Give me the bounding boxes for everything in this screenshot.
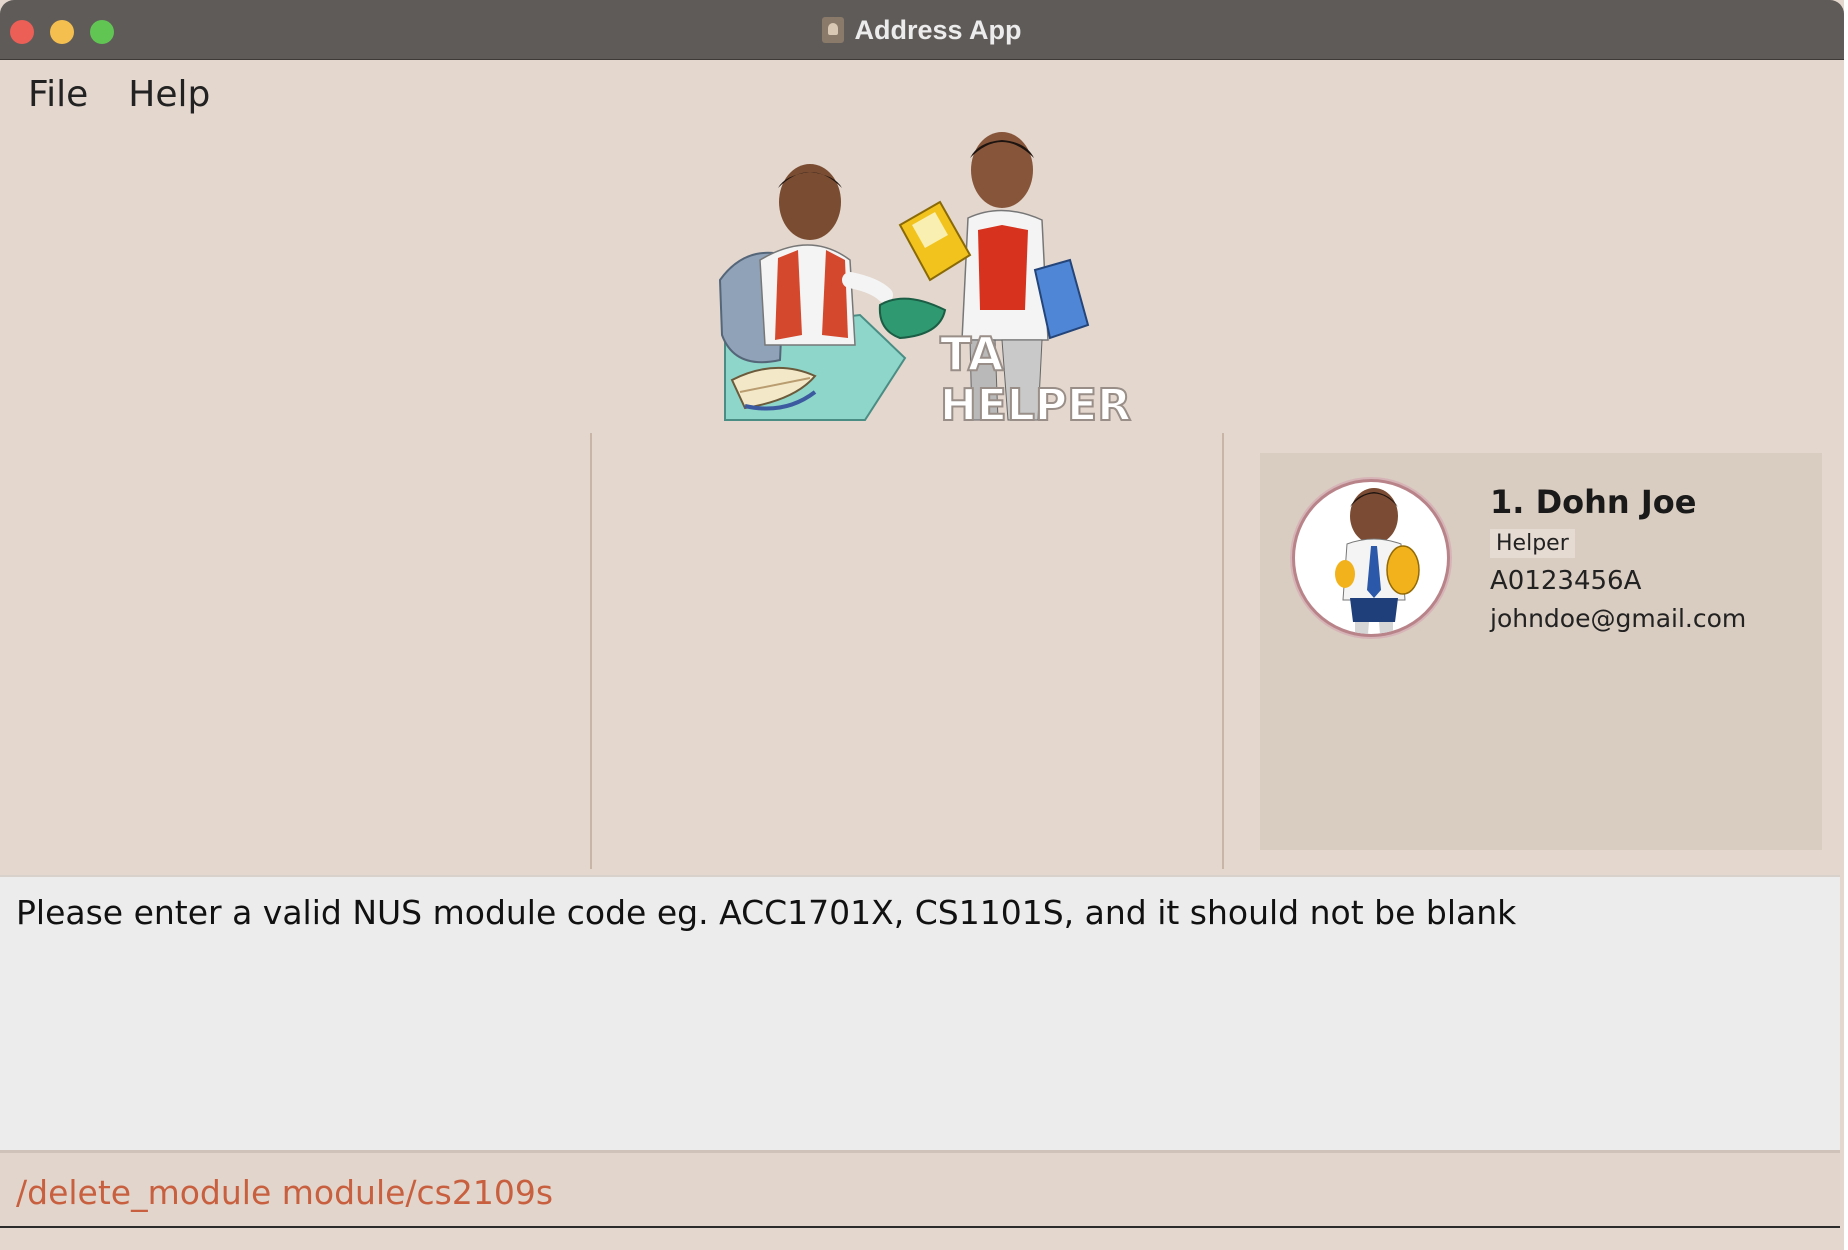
window-title-group: Address App [0,0,1844,60]
role-tag: Helper [1490,529,1575,558]
title-bar[interactable]: Address App [0,0,1844,60]
menu-bar: File Help [28,74,210,115]
logo-text-helper: HELPER [940,380,1131,430]
student-id: A0123456A [1490,566,1642,596]
ta-helper-logo: TA HELPER [718,132,1132,430]
panel-divider-left[interactable] [590,433,592,869]
panel-divider-right[interactable] [1222,433,1224,869]
person-name: 1. Dohn Joe [1490,483,1697,521]
result-display: Please enter a valid NUS module code eg.… [0,875,1840,1150]
result-message: Please enter a valid NUS module code eg.… [16,893,1517,932]
command-input[interactable] [16,1169,1816,1215]
person-card[interactable]: 1. Dohn Joe Helper A0123456A johndoe@gma… [1260,453,1822,850]
person-avatar-icon [1335,488,1420,634]
logo-text-ta: TA [940,327,1004,381]
menu-file[interactable]: File [28,74,88,115]
window-edge [1844,0,1848,1250]
window-title: Address App [854,14,1022,45]
email-text: johndoe@gmail.com [1490,604,1747,633]
app-window: Address App File Help TA HELPER 1. Dohn … [0,0,1848,1250]
command-box [0,1150,1840,1228]
address-book-icon [822,17,845,43]
avatar [1292,479,1450,637]
menu-help[interactable]: Help [128,74,210,115]
bottom-strip [0,1228,1840,1250]
